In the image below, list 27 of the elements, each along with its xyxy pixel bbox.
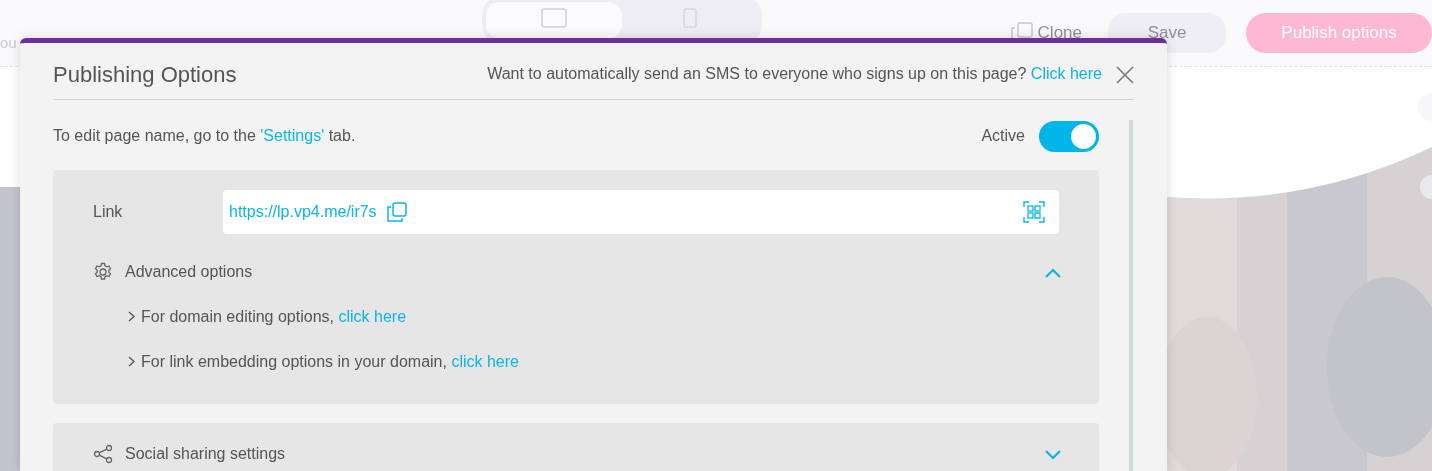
qr-code-icon[interactable] [1023,201,1045,223]
active-label: Active [981,126,1025,146]
monitor-icon [541,8,567,28]
chevron-right-icon [128,311,135,322]
click-here-link[interactable]: click here [451,352,519,370]
click-here-link[interactable]: click here [338,307,407,325]
phone-icon [683,8,697,28]
link-label: Link [93,202,124,222]
dialog-title: Publishing Options [53,60,237,89]
share-icon [93,444,113,464]
gear-icon [93,262,113,282]
click-here-link[interactable]: Click here [1030,65,1102,82]
desktop-view-button[interactable] [486,2,622,38]
option-text: For link embedding options in your domain, click here [141,351,519,372]
link-field[interactable]: https://lp.vp4.me/ir7s [223,190,1059,234]
settings-link[interactable]: 'Settings' [260,127,325,144]
chevron-right-icon [128,356,135,367]
advanced-options-label: Advanced options [125,262,253,282]
copy-icon[interactable] [386,202,407,222]
page-name-note: To edit page name, go to the 'Settings' tab. [53,126,356,146]
publish-options-button[interactable]: Publish options [1246,13,1432,53]
option-text: For domain editing options, click here [141,306,407,327]
sms-prompt-text: Want to automatically send an SMS to everyone who signs up on this page? Click here [487,64,1102,84]
active-toggle[interactable] [1039,120,1099,152]
url-text: https://lp.vp4.me/ir7s [229,202,377,222]
scrollbar[interactable] [1129,120,1133,471]
section-label: Social sharing settings [125,444,286,464]
